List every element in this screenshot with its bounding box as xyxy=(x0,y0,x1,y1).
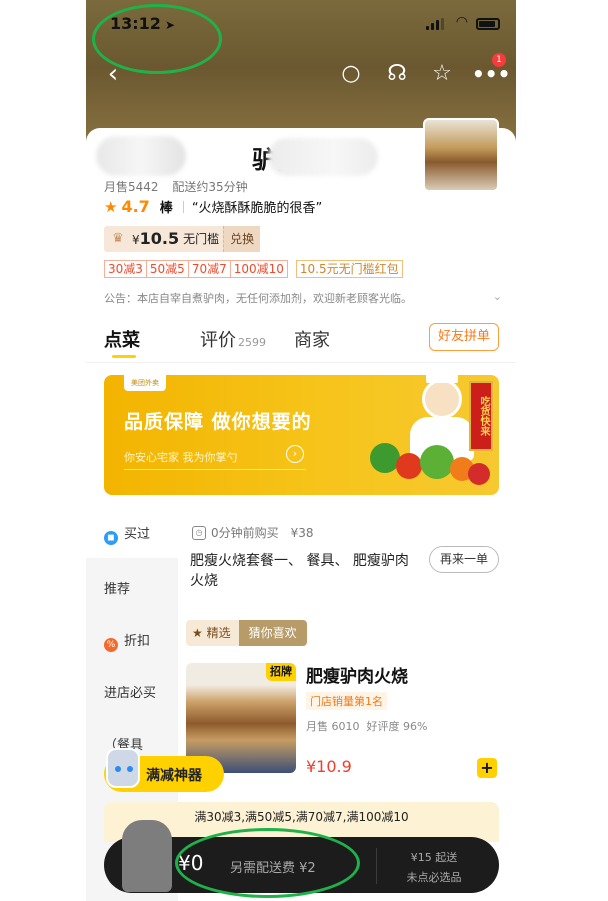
vegetable xyxy=(420,445,454,479)
more-badge: 1 xyxy=(492,53,506,67)
robot-icon xyxy=(106,748,140,788)
vegetable xyxy=(396,453,422,479)
promo-tag: 30减3 xyxy=(104,260,147,278)
monthly-sales: 月售5442 xyxy=(104,180,159,194)
review-quote: “火烧酥酥脆脆的很香” xyxy=(191,201,323,216)
recent-items: 肥瘦火烧套餐一、 餐具、 肥瘦驴肉火烧 xyxy=(190,553,409,589)
screenshot-stage: 13:12➤ ◠ ‹ ○ ☊ ☆ ••• 1 驴肉火烧 月售5442 配送约35… xyxy=(0,0,608,901)
dish-stats: 月售 6010 好评度 96% xyxy=(306,718,427,734)
battery-icon xyxy=(476,18,500,30)
tab-featured-label: 精选 xyxy=(206,626,231,640)
dish-rank-badge: 门店销量第1名 xyxy=(306,692,387,710)
banner-subtitle: 你安心宅家 我为你掌勺 xyxy=(124,451,238,464)
tab-reviews-label: 评价 xyxy=(200,330,236,351)
sidebar-item-must-buy[interactable]: 进店必买 xyxy=(86,682,178,701)
annotation-circle-time xyxy=(92,4,222,74)
chef-hat xyxy=(426,375,458,383)
crown-icon: ♛ xyxy=(112,231,124,246)
tab-guess-you-like[interactable]: 猜你喜欢 xyxy=(238,620,307,646)
promo-tag: 50减5 xyxy=(146,260,189,278)
customer-service-icon[interactable]: ☊ xyxy=(382,60,412,90)
tab-order[interactable]: 点菜 xyxy=(104,326,140,352)
must-select-note: 未点必选品 xyxy=(406,871,462,884)
divider xyxy=(182,200,184,213)
sidebar-item-recommend[interactable]: 推荐 xyxy=(86,578,178,597)
favorite-star-icon[interactable]: ☆ xyxy=(427,60,457,90)
wifi-icon: ◠ xyxy=(455,14,468,30)
sidebar-item-bought[interactable]: ◼ 买过 xyxy=(86,512,178,558)
group-order-button[interactable]: 好友拼单 xyxy=(429,323,499,351)
min-order: ¥15 起送 xyxy=(410,851,458,864)
rating-star-icon: ★ xyxy=(104,197,118,216)
chef-face xyxy=(422,379,462,419)
pick-tabs: ★ 精选 猜你喜欢 xyxy=(186,620,307,646)
banner-title: 品质保障 做你想要的 xyxy=(124,411,312,433)
blurred-name-part xyxy=(96,136,186,176)
cart-mascot-icon[interactable] xyxy=(122,820,172,892)
tab-merchant[interactable]: 商家 xyxy=(294,326,330,352)
shop-thumbnail[interactable] xyxy=(423,118,499,192)
dish-rating: 好评度 96% xyxy=(366,720,428,733)
signal-icon xyxy=(426,18,444,30)
tab-featured[interactable]: ★ 精选 xyxy=(186,620,239,646)
chevron-down-icon[interactable]: ⌄ xyxy=(493,290,502,303)
promo-tags[interactable]: 30减3 50减5 70减7 100减10 10.5元无门槛红包 xyxy=(104,260,403,278)
banner-logo: 美团外卖 xyxy=(124,375,166,391)
quality-banner[interactable]: 美团外卖 品质保障 做你想要的 你安心宅家 我为你掌勺 › 吃货快来 xyxy=(104,375,499,495)
tab-reviews[interactable]: 评价 2599 xyxy=(200,326,266,352)
divider xyxy=(86,362,516,363)
coupon-amount: 10.5 xyxy=(139,229,180,248)
divider xyxy=(376,848,377,884)
robot-eye xyxy=(115,766,121,772)
discount-helper-label: 满减神器 xyxy=(146,768,202,784)
recent-purchase-meta: ◷ 0分钟前购买 ¥38 xyxy=(192,524,314,541)
divider xyxy=(124,469,306,470)
recent-price: ¥38 xyxy=(290,525,314,540)
member-coupon[interactable]: ♛ ¥10.5 无门槛 兑换 xyxy=(104,226,261,252)
sidebar-item-label: 买过 xyxy=(124,527,151,542)
search-icon[interactable]: ○ xyxy=(336,60,366,90)
recent-time: 0分钟前购买 xyxy=(211,526,279,540)
discount-icon: % xyxy=(104,638,118,652)
rating-word: 棒 xyxy=(159,201,173,216)
clock-icon: ◷ xyxy=(192,525,206,540)
blurred-name-part xyxy=(268,138,378,176)
delivery-time: 配送约35分钟 xyxy=(172,180,248,194)
banner-scroll: 吃货快来 xyxy=(469,381,493,451)
dish-monthly-sales: 月售 6010 xyxy=(306,720,360,733)
shop-meta: 月售5442 配送约35分钟 xyxy=(104,178,258,195)
coupon-condition: 无门槛 xyxy=(183,232,220,246)
dish-name[interactable]: 肥瘦驴肉火烧 xyxy=(306,662,408,687)
coupon-currency: ¥ xyxy=(132,233,140,247)
featured-star-icon: ★ xyxy=(192,626,207,640)
coupon-price: ¥10.5 xyxy=(132,226,183,252)
rating-row[interactable]: ★ 4.7 棒 “火烧酥酥脆脆的很香” xyxy=(104,197,322,216)
rating-score: 4.7 xyxy=(121,197,150,216)
add-to-cart-button[interactable]: + xyxy=(477,758,497,778)
tab-indicator xyxy=(112,355,136,358)
annotation-circle-cart xyxy=(175,828,360,898)
redeem-button[interactable]: 兑换 xyxy=(223,226,261,252)
promo-tag: 100减10 xyxy=(230,260,288,278)
robot-eye xyxy=(127,766,133,772)
chevron-right-icon[interactable]: › xyxy=(286,445,304,463)
promo-tag: 70减7 xyxy=(188,260,231,278)
phone-screen: 13:12➤ ◠ ‹ ○ ☊ ☆ ••• 1 驴肉火烧 月售5442 配送约35… xyxy=(86,0,516,901)
signature-badge: 招牌 xyxy=(266,663,296,681)
shop-notice[interactable]: 公告：本店自宰自煮驴肉，无任何添加剂，欢迎新老顾客光临。 xyxy=(104,290,499,306)
sidebar-item-discount[interactable]: % 折扣 xyxy=(86,630,178,652)
red-packet-tag: 10.5元无门槛红包 xyxy=(295,260,403,278)
dish-price: ¥10.9 xyxy=(306,757,352,776)
bag-icon: ◼ xyxy=(104,531,118,545)
reviews-count: 2599 xyxy=(238,336,266,349)
sidebar-item-label: 折扣 xyxy=(124,634,151,649)
reorder-button[interactable]: 再来一单 xyxy=(429,546,499,573)
vegetable xyxy=(468,463,490,485)
